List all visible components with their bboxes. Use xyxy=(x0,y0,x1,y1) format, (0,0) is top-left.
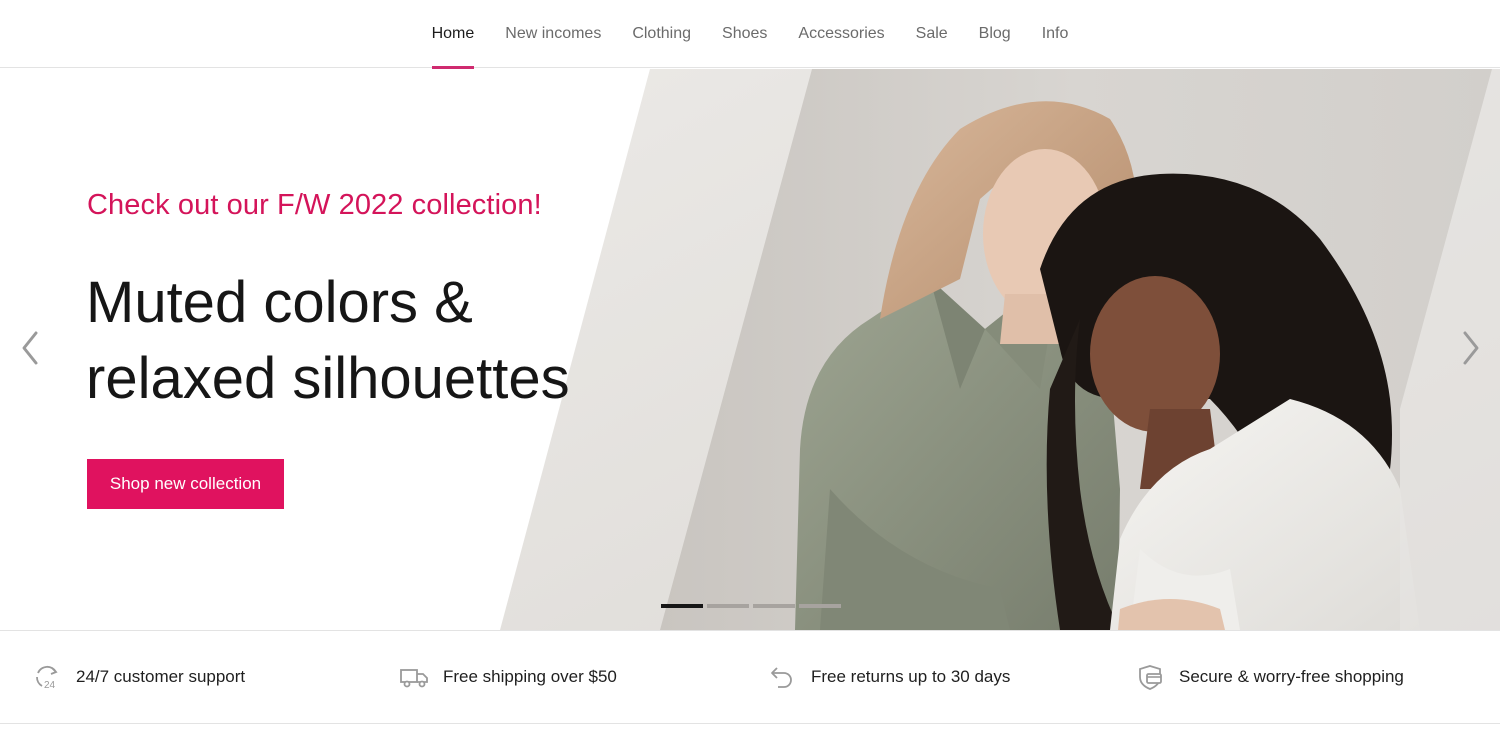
nav-item-label: Accessories xyxy=(798,25,885,42)
nav-item-info[interactable]: Info xyxy=(1042,0,1069,68)
nav-item-shoes[interactable]: Shoes xyxy=(722,0,767,68)
nav-item-label: Clothing xyxy=(632,25,692,42)
top-navigation: Home New incomes Clothing Shoes Accessor… xyxy=(0,0,1500,69)
slider-prev-button[interactable] xyxy=(18,327,44,369)
support-24-icon: 24 xyxy=(32,662,62,692)
nav-item-sale[interactable]: Sale xyxy=(916,0,948,68)
slider-dot-3[interactable] xyxy=(753,604,795,608)
feature-secure: Secure & worry-free shopping xyxy=(1135,631,1404,723)
slider-dot-4[interactable] xyxy=(799,604,841,608)
features-bar: 24 24/7 customer support Free shipping o… xyxy=(0,630,1500,724)
nav-item-new-incomes[interactable]: New incomes xyxy=(505,0,601,68)
return-arrow-icon xyxy=(767,662,797,692)
svg-text:24: 24 xyxy=(44,680,56,691)
feature-label: Free shipping over $50 xyxy=(443,667,617,686)
nav-item-label: Sale xyxy=(915,25,948,42)
hero-slider: Check out our F/W 2022 collection! Muted… xyxy=(0,69,1500,630)
chevron-left-icon xyxy=(22,331,38,365)
hero-headline: Muted colors & relaxed silhouettes xyxy=(86,265,666,417)
feature-returns: Free returns up to 30 days xyxy=(767,631,1010,723)
feature-support: 24 24/7 customer support xyxy=(32,631,245,723)
nav-item-label: Info xyxy=(1041,25,1069,42)
nav-list: Home New incomes Clothing Shoes Accessor… xyxy=(0,0,1500,69)
nav-item-label: Blog xyxy=(978,25,1011,42)
feature-label: Free returns up to 30 days xyxy=(811,667,1011,686)
slider-next-button[interactable] xyxy=(1457,327,1483,369)
nav-item-label: New incomes xyxy=(505,25,602,42)
hero-eyebrow: Check out our F/W 2022 collection! xyxy=(87,189,542,221)
nav-item-blog[interactable]: Blog xyxy=(979,0,1011,68)
feature-shipping: Free shipping over $50 xyxy=(399,631,617,723)
nav-item-clothing[interactable]: Clothing xyxy=(632,0,691,68)
chevron-right-icon xyxy=(1463,331,1479,365)
shop-new-collection-button[interactable]: Shop new collection xyxy=(87,459,284,509)
feature-label: 24/7 customer support xyxy=(76,667,246,686)
shield-card-icon xyxy=(1135,662,1165,692)
truck-icon xyxy=(399,662,429,692)
slider-pagination xyxy=(661,604,841,608)
nav-item-label: Home xyxy=(431,25,475,42)
nav-item-accessories[interactable]: Accessories xyxy=(798,0,884,68)
feature-label: Secure & worry-free shopping xyxy=(1179,667,1404,686)
headline-line-1: Muted colors & xyxy=(86,270,473,335)
nav-item-home[interactable]: Home xyxy=(431,0,475,69)
slider-dot-1[interactable] xyxy=(661,604,703,608)
slider-dot-2[interactable] xyxy=(707,604,749,608)
nav-item-label: Shoes xyxy=(722,25,768,42)
headline-line-2: relaxed silhouettes xyxy=(86,346,570,411)
